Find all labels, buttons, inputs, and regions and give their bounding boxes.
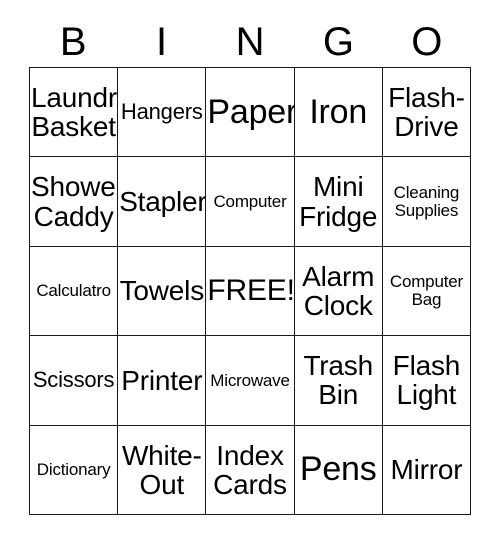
bingo-cell-b5[interactable]: Dictionary	[30, 425, 119, 515]
bingo-cell-label: Hangers	[120, 98, 203, 124]
bingo-cell-i5[interactable]: White- Out	[118, 425, 207, 515]
bingo-cell-label: White- Out	[121, 439, 202, 500]
bingo-cell-label: Printer	[121, 364, 203, 396]
bingo-cell-g4[interactable]: Trash Bin	[294, 336, 383, 426]
bingo-row-1: Laundry Basket Hangers Paper Iron Flash-…	[30, 68, 472, 158]
bingo-cell-b1[interactable]: Laundry Basket	[30, 68, 119, 158]
bingo-cell-label: Laundry Basket	[31, 82, 117, 143]
bingo-row-5: Dictionary White- Out Index Cards Pens M…	[30, 425, 472, 515]
bingo-cell-o2[interactable]: Cleaning Supplies	[382, 157, 472, 247]
bingo-free-space-label: FREE!	[207, 274, 295, 308]
bingo-cell-n1[interactable]: Paper	[206, 68, 295, 158]
bingo-cell-label: Iron	[309, 92, 368, 131]
bingo-card: B I N G O Laundry Basket Hangers Paper I…	[29, 16, 472, 515]
bingo-cell-g5[interactable]: Pens	[294, 425, 383, 515]
bingo-cell-label: Microwave	[210, 370, 290, 390]
bingo-cell-label: Dictionary	[36, 459, 111, 479]
bingo-cell-n2[interactable]: Computer	[206, 157, 295, 247]
bingo-cell-i3[interactable]: Towels	[118, 246, 207, 337]
bingo-cell-label: Alarm Clock	[302, 260, 375, 321]
bingo-cell-label: Flash Light	[392, 350, 461, 411]
bingo-cell-n4[interactable]: Microwave	[206, 336, 295, 426]
bingo-cell-b3[interactable]: Calculatro	[30, 246, 119, 337]
bingo-cell-label: Mini Fridge	[299, 171, 378, 232]
bingo-cell-b2[interactable]: Shower Caddy	[30, 157, 119, 247]
bingo-cell-label: Mirror	[390, 454, 463, 486]
bingo-cell-label: Trash Bin	[303, 350, 373, 411]
bingo-cell-label: Flash- Drive	[388, 82, 465, 143]
bingo-cell-label: Cleaning Supplies	[393, 182, 460, 220]
bingo-cell-o3[interactable]: Computer Bag	[382, 246, 472, 337]
bingo-cell-o4[interactable]: Flash Light	[382, 336, 472, 426]
bingo-cell-g1[interactable]: Iron	[294, 68, 383, 158]
bingo-cell-label: Towels	[119, 275, 205, 307]
bingo-cell-g3[interactable]: Alarm Clock	[294, 246, 383, 337]
bingo-cell-label: Pens	[299, 450, 377, 489]
bingo-cell-label: Computer Bag	[389, 272, 463, 309]
bingo-cell-label: Computer	[213, 191, 287, 211]
bingo-cell-label: Scissors	[32, 366, 115, 392]
bingo-cell-n5[interactable]: Index Cards	[206, 425, 295, 515]
bingo-row-2: Shower Caddy Stapler Computer Mini Fridg…	[30, 157, 472, 247]
bingo-cell-label: Shower Caddy	[31, 171, 119, 232]
bingo-cell-label: Stapler	[119, 186, 207, 218]
bingo-cell-free-space[interactable]: FREE!	[206, 246, 295, 337]
bingo-cell-label: Paper	[207, 92, 295, 131]
bingo-header-letter-n: N	[235, 19, 265, 64]
bingo-row-4: Scissors Printer Microwave Trash Bin Fla…	[30, 336, 472, 426]
bingo-cell-i1[interactable]: Hangers	[118, 68, 207, 158]
bingo-cell-o1[interactable]: Flash- Drive	[382, 68, 472, 158]
bingo-header-letter-o: O	[411, 19, 443, 64]
bingo-header-letter-b: B	[59, 19, 87, 64]
bingo-cell-i4[interactable]: Printer	[118, 336, 207, 426]
bingo-grid: Laundry Basket Hangers Paper Iron Flash-…	[29, 67, 472, 515]
bingo-header-row: B I N G O	[29, 16, 471, 67]
bingo-cell-label: Calculatro	[36, 281, 111, 301]
bingo-header-letter-g: G	[322, 19, 354, 64]
bingo-cell-o5[interactable]: Mirror	[382, 425, 472, 515]
bingo-cell-i2[interactable]: Stapler	[118, 157, 207, 247]
bingo-row-3: Calculatro Towels FREE! Alarm Clock Comp…	[30, 246, 472, 337]
bingo-header-letter-i: I	[156, 19, 168, 64]
bingo-cell-g2[interactable]: Mini Fridge	[294, 157, 383, 247]
bingo-cell-b4[interactable]: Scissors	[30, 336, 119, 426]
bingo-cell-label: Index Cards	[213, 439, 287, 500]
